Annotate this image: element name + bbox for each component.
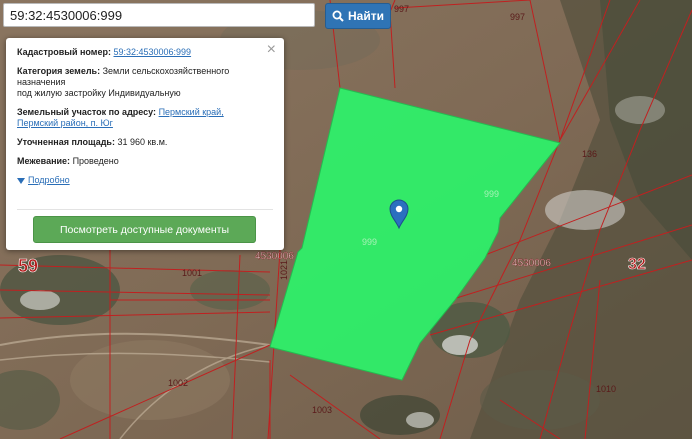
map-label-district-32: 32: [628, 256, 646, 273]
parcel-info-popup: × Кадастровый номер: 59:32:4530006:999 К…: [6, 38, 284, 250]
map-label-1021: 1021: [279, 260, 289, 280]
map-label-1010: 1010: [596, 384, 616, 394]
survey-label: Межевание:: [17, 156, 71, 166]
cadastral-label: Кадастровый номер:: [17, 47, 111, 57]
search-button[interactable]: Найти: [325, 3, 391, 29]
close-icon[interactable]: ×: [267, 42, 276, 58]
address-link-line1[interactable]: Пермский край,: [159, 107, 224, 117]
category-value-line1: Земли сельскохозяйственного: [102, 66, 230, 76]
more-details-link[interactable]: Подробно: [17, 175, 70, 186]
map-label-136: 136: [582, 149, 597, 159]
view-documents-button[interactable]: Посмотреть доступные документы: [33, 216, 256, 243]
map-label-1001: 1001: [182, 268, 202, 278]
survey-row: Межевание: Проведено: [17, 156, 274, 167]
more-row: Подробно: [17, 175, 274, 187]
area-label: Уточненная площадь:: [17, 137, 115, 147]
cadastral-number-link[interactable]: 59:32:4530006:999: [113, 47, 191, 57]
map-label-997b: 997: [510, 12, 525, 22]
area-row: Уточненная площадь: 31 960 кв.м.: [17, 137, 274, 148]
address-link-line2[interactable]: Пермский район, п. Юг: [17, 118, 113, 128]
category-row: Категория земель: Земли сельскохозяйстве…: [17, 66, 274, 99]
survey-value: Проведено: [72, 156, 119, 166]
address-label: Земельный участок по адресу:: [17, 107, 157, 117]
search-icon: [332, 10, 344, 22]
map-label-district-59: 59: [18, 256, 38, 276]
triangle-down-icon: [17, 177, 25, 184]
category-value-line2: назначения: [17, 77, 66, 87]
popup-divider: [17, 209, 273, 210]
category-label: Категория земель:: [17, 66, 101, 76]
map-label-999-center: 999: [362, 237, 377, 247]
map-label-quarter-right: 4530006: [512, 258, 551, 269]
more-details-label: Подробно: [28, 175, 70, 185]
area-value: 31 960 кв.м.: [117, 137, 168, 147]
map-label-1002: 1002: [168, 378, 188, 388]
address-row: Земельный участок по адресу: Пермский кр…: [17, 107, 274, 129]
search-input[interactable]: [3, 3, 315, 27]
view-documents-label: Посмотреть доступные документы: [59, 223, 229, 236]
map-label-997a: 997: [394, 4, 409, 14]
search-button-label: Найти: [348, 9, 384, 23]
cadastral-row: Кадастровый номер: 59:32:4530006:999: [17, 47, 274, 58]
map-label-999-right: 999: [484, 189, 499, 199]
map-label-1003: 1003: [312, 405, 332, 415]
category-value-line3: под жилую застройку Индивидуальную: [17, 88, 181, 98]
